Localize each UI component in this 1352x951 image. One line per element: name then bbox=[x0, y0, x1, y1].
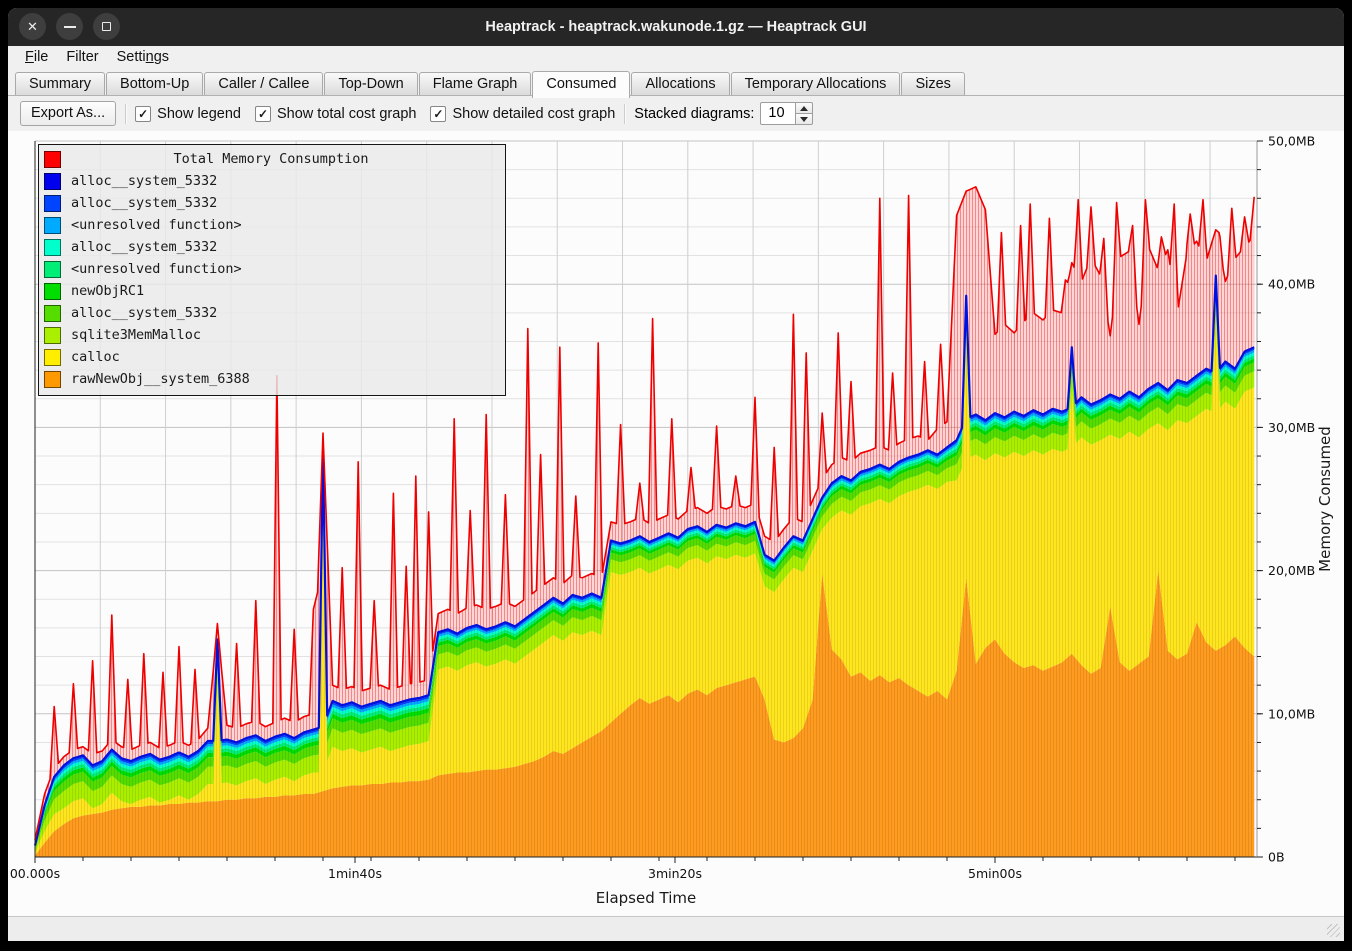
legend-item-label: <unresolved function> bbox=[71, 217, 242, 233]
legend-swatch bbox=[44, 195, 61, 212]
legend-swatch bbox=[44, 261, 61, 278]
y-tick-label: 10,0MB bbox=[1268, 706, 1315, 721]
stacked-diagrams-value[interactable]: 10 bbox=[760, 102, 796, 125]
legend-item-label: alloc__system_5332 bbox=[71, 239, 217, 255]
status-bar bbox=[8, 916, 1344, 941]
minimize-icon[interactable] bbox=[56, 13, 83, 40]
checkbox-label: Show detailed cost graph bbox=[452, 106, 615, 122]
menu-item-filter[interactable]: Filter bbox=[57, 46, 107, 69]
checkbox-show-legend[interactable]: ✓ Show legend bbox=[135, 106, 241, 122]
legend-item-label: alloc__system_5332 bbox=[71, 195, 217, 211]
tab-consumed[interactable]: Consumed bbox=[532, 71, 630, 98]
export-as-button[interactable]: Export As... bbox=[20, 101, 116, 126]
tab-sizes[interactable]: Sizes bbox=[901, 72, 964, 96]
legend-item-label: alloc__system_5332 bbox=[71, 305, 217, 321]
tab-top-down[interactable]: Top-Down bbox=[324, 72, 417, 96]
x-tick-label: 3min20s bbox=[648, 866, 702, 881]
x-tick-label: 00.000s bbox=[10, 866, 60, 881]
legend-item-label: rawNewObj__system_6388 bbox=[71, 371, 250, 387]
legend-item-label: alloc__system_5332 bbox=[71, 173, 217, 189]
window-title: Heaptrack - heaptrack.wakunode.1.gz — He… bbox=[8, 8, 1344, 46]
legend-swatch-total bbox=[44, 151, 61, 168]
y-axis-label: Memory Consumed bbox=[1316, 426, 1334, 572]
y-tick-label: 30,0MB bbox=[1268, 420, 1315, 435]
title-bar[interactable]: ✕ Heaptrack - heaptrack.wakunode.1.gz — … bbox=[8, 8, 1344, 46]
checkbox-box[interactable]: ✓ bbox=[135, 106, 151, 122]
legend-item: <unresolved function> bbox=[44, 258, 499, 280]
heaptrack-window: ✕ Heaptrack - heaptrack.wakunode.1.gz — … bbox=[8, 8, 1344, 941]
checkbox-show-detailed-cost-graph[interactable]: ✓ Show detailed cost graph bbox=[430, 106, 615, 122]
menu-bar: FileFilterSettings bbox=[8, 46, 1344, 69]
tab-bottom-up[interactable]: Bottom-Up bbox=[106, 72, 203, 96]
toolbar: Export As... ✓ Show legend ✓ Show total cos… bbox=[8, 96, 1344, 131]
legend-item-label: calloc bbox=[71, 349, 120, 365]
maximize-icon[interactable] bbox=[93, 13, 120, 40]
legend-item: calloc bbox=[44, 346, 499, 368]
legend-item-label: <unresolved function> bbox=[71, 261, 242, 277]
legend-swatch bbox=[44, 371, 61, 388]
legend-title-row: Total Memory Consumption bbox=[44, 148, 499, 170]
tab-caller-callee[interactable]: Caller / Callee bbox=[204, 72, 323, 96]
spin-down-icon[interactable] bbox=[796, 113, 813, 125]
close-icon[interactable]: ✕ bbox=[19, 13, 46, 40]
legend-item: alloc__system_5332 bbox=[44, 170, 499, 192]
menu-item-file[interactable]: File bbox=[16, 46, 57, 69]
legend-swatch bbox=[44, 283, 61, 300]
legend-title: Total Memory Consumption bbox=[71, 151, 499, 167]
legend-item: alloc__system_5332 bbox=[44, 192, 499, 214]
y-tick-label: 20,0MB bbox=[1268, 563, 1315, 578]
legend-item-label: sqlite3MemMalloc bbox=[71, 327, 201, 343]
x-axis-label: Elapsed Time bbox=[596, 889, 696, 907]
checkbox-label: Show total cost graph bbox=[277, 106, 416, 122]
stacked-diagrams-label: Stacked diagrams: bbox=[634, 106, 754, 122]
legend-swatch bbox=[44, 327, 61, 344]
legend-item: <unresolved function> bbox=[44, 214, 499, 236]
toolbar-separator bbox=[125, 104, 126, 124]
checkbox-box[interactable]: ✓ bbox=[430, 106, 446, 122]
checkbox-box[interactable]: ✓ bbox=[255, 106, 271, 122]
legend-swatch bbox=[44, 173, 61, 190]
legend-item: alloc__system_5332 bbox=[44, 236, 499, 258]
toolbar-separator bbox=[624, 104, 625, 124]
checkbox-label: Show legend bbox=[157, 106, 241, 122]
y-tick-label: 50,0MB bbox=[1268, 134, 1315, 149]
legend-item: newObjRC1 bbox=[44, 280, 499, 302]
checkbox-show-total-cost-graph[interactable]: ✓ Show total cost graph bbox=[255, 106, 416, 122]
x-tick-label: 5min00s bbox=[968, 866, 1022, 881]
legend-swatch bbox=[44, 217, 61, 234]
tab-bar: SummaryBottom-UpCaller / CalleeTop-DownF… bbox=[8, 69, 1344, 96]
y-tick-label: 40,0MB bbox=[1268, 277, 1315, 292]
legend-item: rawNewObj__system_6388 bbox=[44, 368, 499, 390]
legend-swatch bbox=[44, 305, 61, 322]
y-tick-label: 0B bbox=[1268, 850, 1285, 865]
legend-swatch bbox=[44, 349, 61, 366]
spin-up-icon[interactable] bbox=[796, 102, 813, 113]
stacked-diagrams-stepper[interactable]: 10 bbox=[760, 102, 813, 125]
tab-summary[interactable]: Summary bbox=[15, 72, 105, 96]
tab-flame-graph[interactable]: Flame Graph bbox=[419, 72, 532, 96]
chart-legend: Total Memory Consumption alloc__system_53… bbox=[38, 144, 506, 396]
consumed-chart-panel[interactable]: 00.000s 1min40s 3min20s 5min00s 0B 10,0MB 20,0… bbox=[8, 131, 1344, 916]
tab-temporary-allocations[interactable]: Temporary Allocations bbox=[731, 72, 901, 96]
legend-swatch bbox=[44, 239, 61, 256]
legend-item: alloc__system_5332 bbox=[44, 302, 499, 324]
menu-item-settings[interactable]: Settings bbox=[108, 46, 178, 69]
legend-item: sqlite3MemMalloc bbox=[44, 324, 499, 346]
legend-item-label: newObjRC1 bbox=[71, 283, 144, 299]
resize-grip-icon[interactable] bbox=[1327, 924, 1340, 937]
x-tick-label: 1min40s bbox=[328, 866, 382, 881]
tab-allocations[interactable]: Allocations bbox=[631, 72, 729, 96]
